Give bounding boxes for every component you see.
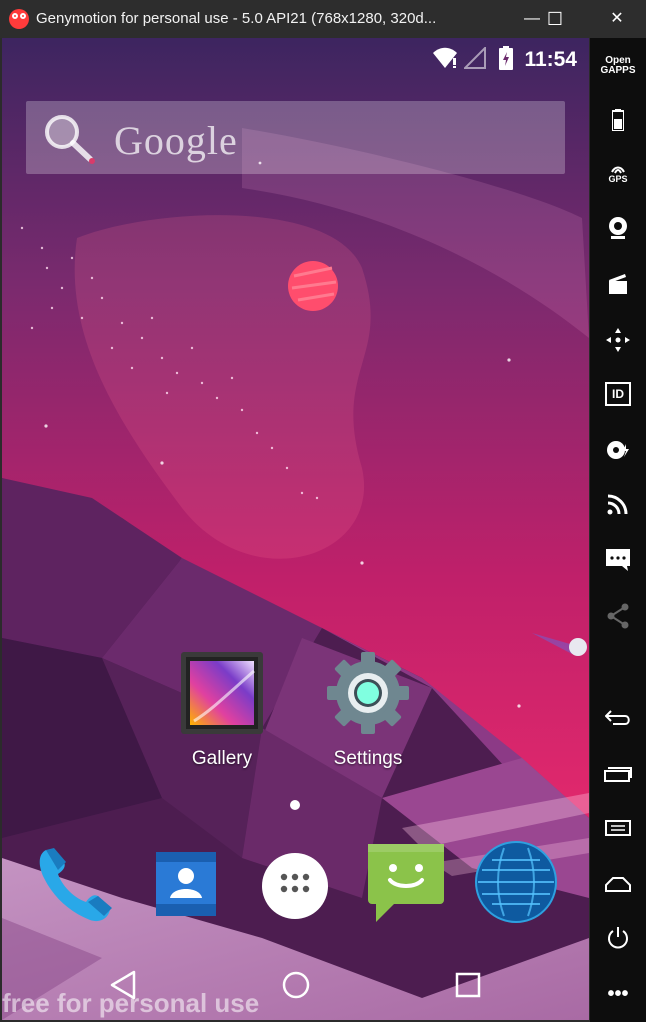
google-search-bar[interactable]: Google (26, 101, 565, 174)
device-id-icon[interactable]: ID (590, 374, 646, 414)
gallery-label: Gallery (191, 748, 253, 769)
open-gapps-label: Open GAPPS (600, 55, 636, 76)
settings-icon (327, 652, 409, 734)
phone-icon[interactable] (32, 842, 116, 926)
remote-control-icon[interactable] (590, 320, 646, 360)
messaging-icon[interactable] (366, 842, 446, 922)
genymotion-sidebar: Open GAPPS GPS ID ••• (590, 38, 646, 1022)
page-indicator (290, 800, 300, 810)
close-button[interactable]: ✕ (594, 0, 640, 38)
power-icon[interactable] (590, 918, 646, 958)
gps-label: GPS (608, 174, 628, 184)
device-id-label: ID (605, 382, 631, 406)
app-drawer-icon[interactable] (260, 851, 330, 921)
android-back-icon[interactable] (590, 698, 646, 738)
sms-icon[interactable] (590, 540, 646, 580)
gallery-icon (181, 652, 263, 734)
settings-app[interactable]: Settings (308, 648, 428, 778)
android-screen[interactable]: 11:54 Google Gallery Settings free for p… (2, 38, 589, 1020)
gps-icon[interactable]: GPS (590, 154, 646, 194)
signal-icon (464, 47, 486, 69)
android-home-icon[interactable] (590, 864, 646, 904)
android-menu-icon[interactable] (590, 808, 646, 848)
media-icon[interactable] (590, 264, 646, 304)
android-recents-icon[interactable] (590, 754, 646, 794)
watermark-text: free for personal use (2, 988, 260, 1018)
dock (2, 838, 589, 938)
network-icon[interactable] (590, 484, 646, 524)
google-logo: Google (114, 118, 238, 163)
status-bar: 11:54 (2, 38, 589, 80)
status-clock: 11:54 (524, 48, 577, 71)
settings-label: Settings (333, 748, 403, 769)
search-icon (45, 115, 95, 164)
maximize-button[interactable]: ☐ (532, 0, 578, 38)
wifi-icon (433, 47, 457, 68)
battery-charging-icon (499, 46, 513, 70)
battery-icon[interactable] (590, 100, 646, 140)
share-icon[interactable] (590, 596, 646, 636)
more-icon[interactable]: ••• (590, 974, 646, 1014)
contacts-icon[interactable] (150, 848, 222, 920)
window-title: Genymotion for personal use - 5.0 API21 … (36, 10, 437, 27)
gallery-app[interactable]: Gallery (162, 648, 282, 778)
recents-icon[interactable] (453, 970, 483, 1000)
webcam-icon[interactable] (590, 208, 646, 248)
genymotion-logo-icon (9, 9, 29, 29)
home-icon[interactable] (281, 970, 311, 1000)
disk-io-icon[interactable] (590, 430, 646, 470)
browser-icon[interactable] (474, 840, 558, 924)
window-titlebar: Genymotion for personal use - 5.0 API21 … (0, 0, 646, 38)
open-gapps-icon[interactable]: Open GAPPS (590, 46, 646, 86)
